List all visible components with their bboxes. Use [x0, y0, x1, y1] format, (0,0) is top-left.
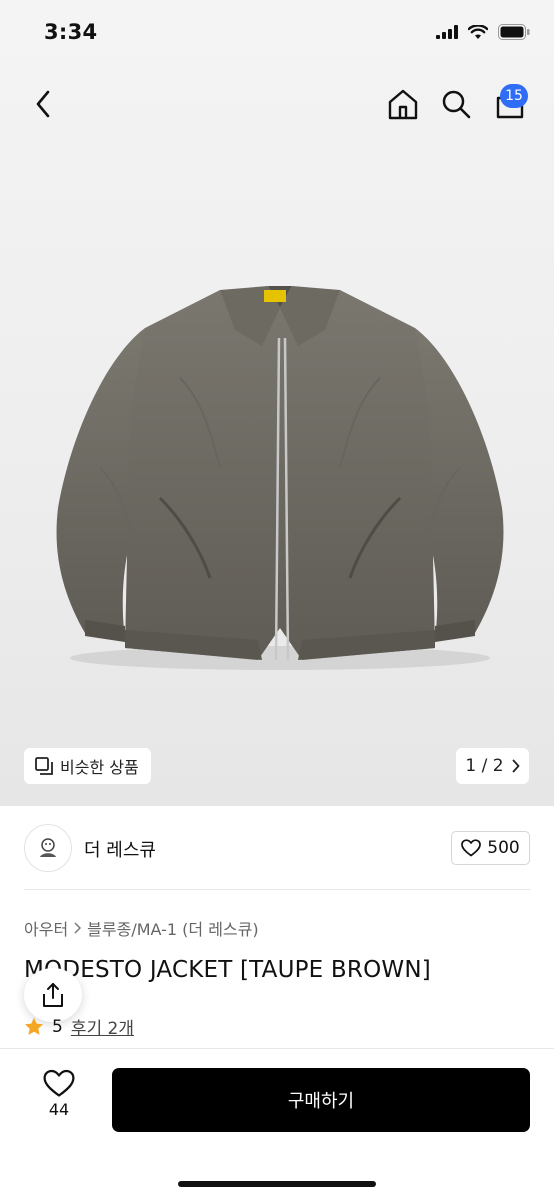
- product-image[interactable]: [50, 268, 510, 678]
- cart-count-badge: 15: [500, 84, 528, 108]
- star-icon: [25, 1017, 43, 1035]
- bottom-action-bar: 44 구매하기: [0, 1048, 554, 1200]
- breadcrumb: 아우터 블루종/MA-1 (더 레스큐): [24, 916, 259, 940]
- heart-icon: [43, 1069, 75, 1097]
- chevron-right-icon: [512, 759, 519, 773]
- reviews-link[interactable]: 후기 2개: [71, 1014, 134, 1039]
- top-nav: [0, 78, 554, 130]
- back-icon: [36, 90, 50, 118]
- home-icon: [388, 89, 418, 120]
- home-indicator: [178, 1181, 376, 1187]
- rating-row: 5 후기 2개: [24, 1014, 134, 1039]
- breadcrumb-item-category[interactable]: 아우터: [24, 916, 68, 940]
- shop-logo[interactable]: [24, 824, 72, 872]
- divider: [24, 889, 530, 890]
- share-icon: [43, 983, 63, 1007]
- shop-logo-icon: [40, 838, 56, 857]
- cellular-signal-icon: [436, 25, 458, 39]
- rating-value: 5: [52, 1016, 63, 1037]
- product-title: MODESTO JACKET [TAUPE BROWN]: [24, 957, 431, 983]
- battery-icon: [498, 24, 530, 40]
- wifi-icon: [468, 24, 488, 39]
- status-time: 3:34: [44, 20, 98, 44]
- shop-name[interactable]: 더 레스큐: [84, 836, 156, 862]
- shop-like-button[interactable]: 500: [451, 831, 530, 865]
- shop-row: 더 레스큐 500: [24, 824, 530, 872]
- home-button[interactable]: [384, 84, 422, 124]
- similar-items-icon: [35, 757, 53, 775]
- wishlist-button[interactable]: 44: [30, 1069, 88, 1131]
- shop-like-count: 500: [487, 838, 520, 858]
- image-page-indicator[interactable]: 1 / 2: [456, 748, 529, 784]
- heart-icon: [461, 839, 482, 857]
- chevron-right-icon: [74, 922, 82, 934]
- similar-items-label: 비슷한 상품: [60, 758, 139, 777]
- search-button[interactable]: [437, 84, 475, 124]
- breadcrumb-item-subcategory[interactable]: 블루종/MA-1 (더 레스큐): [87, 916, 258, 940]
- buy-button[interactable]: 구매하기: [112, 1068, 530, 1132]
- wishlist-count: 44: [48, 1100, 70, 1119]
- page-indicator-text: 1 / 2: [465, 756, 504, 776]
- status-bar: 3:34: [0, 0, 554, 68]
- search-icon: [442, 90, 471, 119]
- back-button[interactable]: [26, 84, 60, 124]
- similar-items-button[interactable]: 비슷한 상품: [24, 748, 151, 784]
- status-icons: [436, 24, 530, 40]
